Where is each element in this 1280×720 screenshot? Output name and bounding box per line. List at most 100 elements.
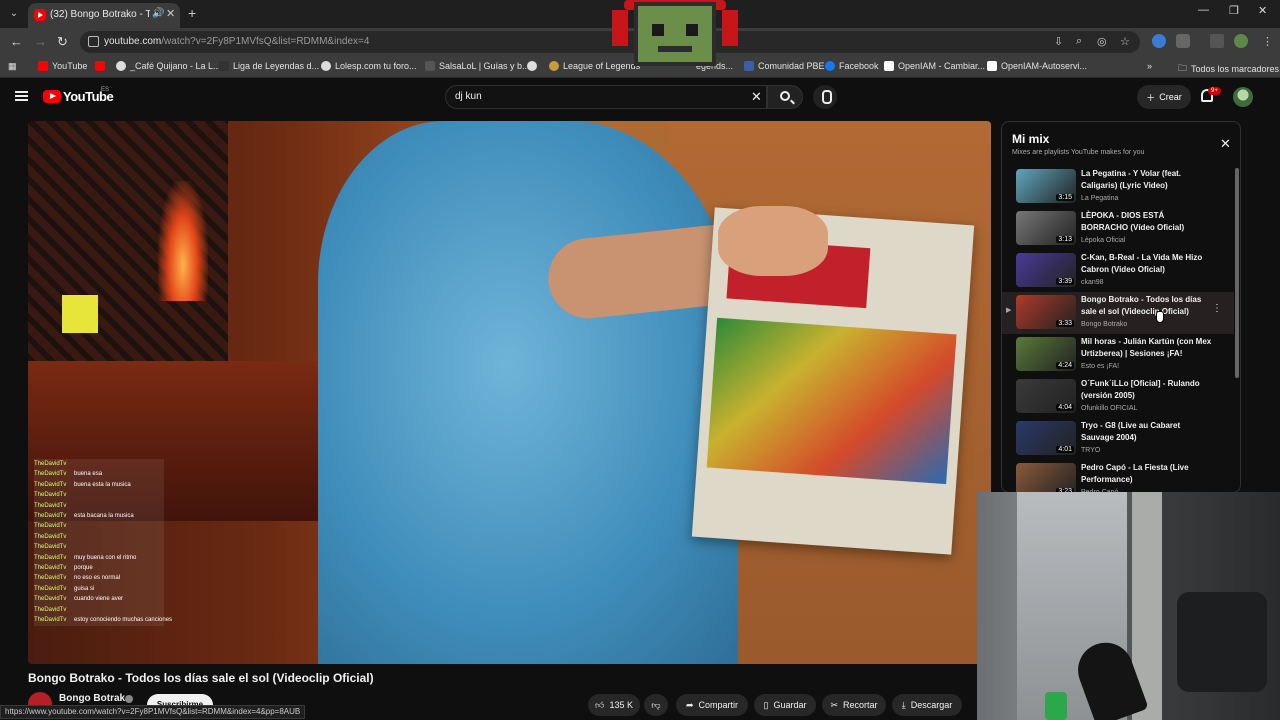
search-query[interactable]: dj kun bbox=[455, 91, 482, 102]
video-player[interactable]: TheDavidTv TheDavidTv buena esa TheDavidTv b… bbox=[28, 121, 991, 664]
back-button[interactable]: ← bbox=[10, 34, 23, 49]
apps-grid-icon[interactable]: ▦ bbox=[8, 61, 17, 72]
youtube-logo-icon[interactable] bbox=[43, 90, 61, 103]
video-thumbnail[interactable]: 4:24 bbox=[1016, 337, 1076, 371]
share-button[interactable]: ➦ Compartir bbox=[676, 694, 748, 716]
bookmark-item[interactable]: OpenIAM-Autoservi... bbox=[987, 61, 1087, 71]
zoom-icon[interactable]: ⌕ bbox=[1076, 35, 1082, 48]
mix-item[interactable]: 3:15 La Pegatina - Y Volar (feat. Caligar… bbox=[1002, 166, 1234, 208]
dislike-button[interactable]: 👎︎ bbox=[644, 694, 668, 716]
search-input[interactable]: dj kun ✕ bbox=[445, 85, 767, 109]
mix-item[interactable]: 3:23 Pedro Capó - La Fiesta (Live Perform… bbox=[1002, 460, 1234, 492]
clear-search-icon[interactable]: ✕ bbox=[751, 89, 762, 105]
mix-item-channel: Lèpoka Oficial bbox=[1081, 237, 1126, 244]
video-thumbnail[interactable]: 3:15 bbox=[1016, 169, 1076, 203]
bookmark-item[interactable]: _Café Quijano - La L... bbox=[116, 61, 221, 71]
video-thumbnail[interactable]: 3:13 bbox=[1016, 211, 1076, 245]
mix-item-title[interactable]: LÈPOKA - DIOS ESTÁ BORRACHO (Vídeo Ofici… bbox=[1081, 210, 1213, 234]
media-control-icon[interactable] bbox=[1210, 34, 1224, 48]
mix-item[interactable]: 3:39 C-Kan, B-Real - La Vida Me Hizo Cabr… bbox=[1002, 250, 1234, 292]
chat-message: TheDavidTv cuando viene aver bbox=[34, 594, 164, 604]
bookmark-item[interactable]: Lolesp.com tu foro... bbox=[321, 61, 417, 71]
bookmark-item[interactable]: OpenIAM - Cambiar... bbox=[884, 61, 985, 71]
video-thumbnail[interactable]: 3:23 bbox=[1016, 463, 1076, 492]
chat-message: TheDavidTv bbox=[34, 521, 164, 531]
site-info-icon[interactable] bbox=[88, 36, 99, 47]
restore-button[interactable]: ❐ bbox=[1229, 4, 1239, 17]
like-button[interactable]: 👍︎ 135 K bbox=[588, 694, 640, 716]
audio-playing-icon[interactable]: 🔊 bbox=[152, 8, 164, 19]
openiam-icon bbox=[884, 61, 894, 71]
mascot-headphone-left bbox=[612, 10, 628, 46]
video-thumbnail[interactable]: 3:33 bbox=[1016, 295, 1076, 329]
mix-item-title[interactable]: Mil horas - Julián Kartún (con Mex Urtiz… bbox=[1081, 336, 1213, 360]
tab-search-icon[interactable]: ⌄ bbox=[6, 6, 22, 22]
tracking-protection-icon[interactable]: ◎ bbox=[1097, 35, 1107, 48]
duration-badge: 4:24 bbox=[1056, 362, 1074, 369]
chat-text: esta bacana la musica bbox=[74, 513, 134, 520]
browser-tab-active[interactable]: (32) Bongo Botrako - Todos los días sale… bbox=[28, 3, 180, 28]
close-window-button[interactable]: ✕ bbox=[1258, 4, 1267, 17]
hamburger-menu-icon[interactable] bbox=[15, 91, 28, 101]
mix-item-title[interactable]: O´Funk´iLLo [Oficial] - Rulando (versión… bbox=[1081, 378, 1213, 402]
duration-badge: 3:33 bbox=[1056, 320, 1074, 327]
mix-item-title[interactable]: C-Kan, B-Real - La Vida Me Hizo Cabron (… bbox=[1081, 252, 1213, 276]
site-icon bbox=[425, 61, 435, 71]
voice-search-icon[interactable] bbox=[813, 85, 837, 109]
install-app-icon[interactable]: ⇩ bbox=[1054, 35, 1063, 48]
profile-avatar-icon[interactable] bbox=[1234, 34, 1248, 48]
chat-message: TheDavidTv bbox=[34, 532, 164, 542]
site-icon bbox=[219, 61, 229, 71]
bookmark-item[interactable]: YouTube bbox=[38, 61, 87, 71]
bookmark-item[interactable] bbox=[527, 61, 537, 71]
thumbs-down-icon: 👎︎ bbox=[651, 699, 661, 710]
mascot-mouth bbox=[658, 46, 692, 52]
extensions-puzzle-icon[interactable] bbox=[1176, 34, 1190, 48]
mouse-cursor bbox=[1156, 311, 1164, 323]
extension-icon[interactable] bbox=[1152, 34, 1166, 48]
url-text[interactable]: youtube.com/watch?v=2Fy8P1MVfsQ&list=RDM… bbox=[104, 36, 369, 47]
minimize-button[interactable]: — bbox=[1198, 4, 1209, 16]
bookmark-item[interactable]: Liga de Leyendas d... bbox=[219, 61, 319, 71]
bookmark-item[interactable] bbox=[95, 61, 105, 71]
bookmark-item[interactable]: Facebook bbox=[825, 61, 879, 71]
video-thumbnail[interactable]: 4:01 bbox=[1016, 421, 1076, 455]
close-panel-icon[interactable]: ✕ bbox=[1220, 136, 1231, 152]
video-thumbnail[interactable]: 3:39 bbox=[1016, 253, 1076, 287]
mix-item[interactable]: 3:13 LÈPOKA - DIOS ESTÁ BORRACHO (Vídeo O… bbox=[1002, 208, 1234, 250]
chat-message: TheDavidTv muy buena con el ritmo bbox=[34, 553, 164, 563]
bookmark-star-icon[interactable]: ☆ bbox=[1120, 35, 1130, 48]
mix-item-title[interactable]: Pedro Capó - La Fiesta (Live Performance… bbox=[1081, 462, 1213, 486]
thumbs-up-icon: 👍︎ bbox=[595, 699, 605, 710]
mix-scrollbar[interactable] bbox=[1235, 168, 1239, 378]
mix-item-title[interactable]: Tryo - G8 (Live au Cabaret Sauvage 2004) bbox=[1081, 420, 1213, 444]
search-button[interactable] bbox=[767, 85, 803, 109]
duration-badge: 4:04 bbox=[1056, 404, 1074, 411]
save-button[interactable]: ▯ Guardar bbox=[754, 694, 816, 716]
clip-button[interactable]: ✂ Recortar bbox=[822, 694, 886, 716]
mix-item[interactable]: ▶ 3:33 Bongo Botrako - Todos los días sale… bbox=[1002, 292, 1234, 334]
account-avatar[interactable] bbox=[1233, 87, 1253, 107]
mix-item[interactable]: 4:01 Tryo - G8 (Live au Cabaret Sauvage 2… bbox=[1002, 418, 1234, 460]
mix-item-title[interactable]: Bongo Botrako - Todos los días sale el s… bbox=[1081, 294, 1213, 318]
all-bookmarks-folder[interactable]: 🗀 Todos los marcadores bbox=[1178, 61, 1279, 77]
video-thumbnail[interactable]: 4:04 bbox=[1016, 379, 1076, 413]
create-button[interactable]: ＋ Crear bbox=[1137, 85, 1191, 109]
mix-item-title[interactable]: La Pegatina - Y Volar (feat. Caligaris) … bbox=[1081, 168, 1213, 192]
new-tab-button[interactable]: + bbox=[188, 5, 196, 21]
close-tab-icon[interactable]: ✕ bbox=[166, 7, 175, 20]
browser-menu-icon[interactable]: ⋮ bbox=[1262, 35, 1273, 48]
forward-button[interactable]: → bbox=[34, 34, 47, 49]
bookmark-item[interactable]: Comunidad PBE bbox=[744, 61, 825, 71]
channel-name[interactable]: Bongo Botrako bbox=[59, 693, 131, 704]
more-bookmarks-icon[interactable]: » bbox=[1147, 61, 1152, 71]
reload-button[interactable]: ↻ bbox=[57, 34, 68, 50]
bookmark-item[interactable]: SalsaLoL | Guías y b... bbox=[425, 61, 530, 71]
more-options-icon[interactable]: ⋮ bbox=[1212, 303, 1222, 314]
mix-item[interactable]: 4:24 Mil horas - Julián Kartún (con Mex U… bbox=[1002, 334, 1234, 376]
download-button[interactable]: ⤓ Descargar bbox=[892, 694, 962, 716]
mix-item-channel: Bongo Botrako bbox=[1081, 321, 1128, 328]
mix-item[interactable]: 4:04 O´Funk´iLLo [Oficial] - Rulando (ver… bbox=[1002, 376, 1234, 418]
address-bar[interactable]: youtube.com/watch?v=2Fy8P1MVfsQ&list=RDM… bbox=[80, 31, 1140, 53]
download-icon: ⤓ bbox=[901, 699, 906, 710]
